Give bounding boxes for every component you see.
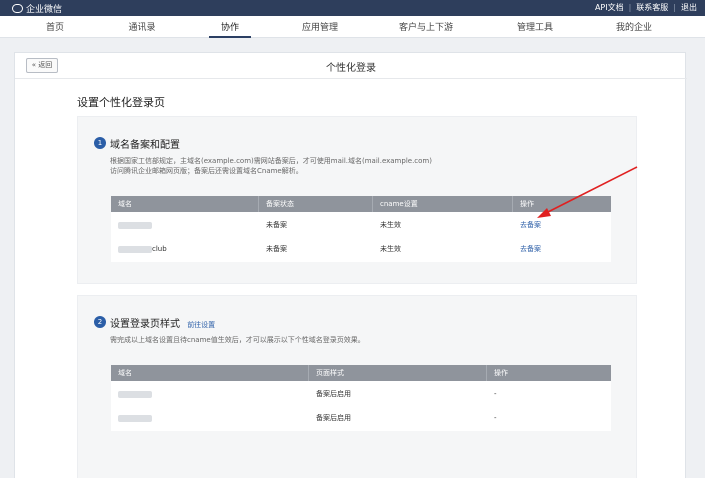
contact-support-link[interactable]: 联系客服: [636, 2, 668, 13]
logout-link[interactable]: 退出: [681, 2, 697, 13]
section-title-text: 设置登录页样式: [110, 319, 180, 330]
panel-header: « 返回 个性化登录: [15, 53, 687, 79]
table-row: 备案后启用 -: [111, 382, 611, 406]
column-header: 页面样式: [309, 365, 487, 381]
step-number-badge: 1: [94, 137, 106, 149]
login-style-table: 域名 页面样式 操作 备案后启用 - 备案后启用 -: [111, 365, 611, 431]
domain-cell: [111, 406, 309, 430]
masked-domain: [118, 414, 152, 422]
chat-bubble-icon: [12, 3, 23, 13]
go-to-settings-link[interactable]: 前往设置: [187, 321, 215, 329]
cname-cell: 未生效: [380, 245, 401, 253]
nav-customers[interactable]: 客户与上下游: [397, 20, 455, 38]
style-cell: 备案后启用: [316, 390, 351, 398]
domain-section: 1 域名备案和配置 根据国家工信部规定，主域名(example.com)需网站备…: [77, 116, 637, 284]
app-logo[interactable]: 企业微信: [12, 1, 62, 15]
register-link[interactable]: 去备案: [513, 213, 611, 237]
action-cell: -: [494, 390, 497, 398]
domain-cell: club: [111, 237, 259, 261]
nav-app-management[interactable]: 应用管理: [300, 20, 340, 38]
column-header: 操作: [520, 200, 534, 208]
top-bar: 企业微信 API文档 | 联系客服 | 退出: [0, 0, 705, 16]
page-title: 个性化登录: [326, 63, 376, 74]
login-style-section: 2 设置登录页样式 前往设置 需完成以上域名设置且待cname值生效后，才可以展…: [77, 295, 637, 478]
divider: |: [628, 3, 632, 12]
nav-management-tools[interactable]: 管理工具: [515, 20, 555, 38]
section-description: 需完成以上域名设置且待cname值生效后，才可以展示以下个性域名登录页效果。: [110, 336, 365, 344]
nav-home[interactable]: 首页: [44, 20, 66, 38]
page-heading: 设置个性化登录页: [77, 96, 165, 109]
cname-cell: 未生效: [380, 221, 401, 229]
column-header: 域名: [111, 365, 309, 381]
style-cell: 备案后启用: [316, 414, 351, 422]
nav-collaboration[interactable]: 协作: [209, 20, 251, 38]
step-number-badge: 2: [94, 316, 106, 328]
register-link[interactable]: 去备案: [513, 237, 611, 261]
masked-domain: [118, 221, 152, 229]
column-header: 操作: [494, 369, 508, 377]
status-cell: 未备案: [266, 245, 287, 253]
action-cell: -: [494, 414, 497, 422]
main-panel: « 返回 个性化登录 设置个性化登录页 1 域名备案和配置 根据国家工信部规定，…: [14, 52, 687, 478]
table-row: 备案后启用 -: [111, 406, 611, 430]
column-header: 备案状态: [259, 196, 373, 212]
masked-domain: [118, 245, 152, 253]
section-description: 访问腾讯企业邮箱网页版；备案后还需设置域名Cname解析。: [110, 167, 303, 175]
top-links: API文档 | 联系客服 | 退出: [595, 2, 697, 13]
table-header: 域名 页面样式 操作: [111, 365, 611, 381]
section-description: 根据国家工信部规定，主域名(example.com)需网站备案后，才可使用mai…: [110, 157, 432, 165]
column-header: cname设置: [373, 196, 513, 212]
section-title: 设置登录页样式 前往设置: [110, 315, 215, 330]
status-cell: 未备案: [266, 221, 287, 229]
api-docs-link[interactable]: API文档: [595, 2, 624, 13]
divider: |: [673, 3, 676, 12]
domain-cell: [111, 213, 259, 237]
nav-my-enterprise[interactable]: 我的企业: [614, 20, 654, 38]
domain-table: 域名 备案状态 cname设置 操作 未备案 未生效 去备案 club 未备案 …: [111, 196, 611, 262]
column-header: 域名: [111, 196, 259, 212]
table-row: 未备案 未生效 去备案: [111, 213, 611, 237]
section-title: 域名备案和配置: [110, 140, 180, 151]
main-nav: 首页 通讯录 协作 应用管理 客户与上下游 管理工具 我的企业: [0, 16, 705, 38]
table-row: club 未备案 未生效 去备案: [111, 237, 611, 261]
table-header: 域名 备案状态 cname设置 操作: [111, 196, 611, 212]
masked-domain: [118, 390, 152, 398]
app-name: 企业微信: [26, 4, 63, 15]
domain-cell: [111, 382, 309, 406]
nav-contacts[interactable]: 通讯录: [127, 20, 157, 38]
